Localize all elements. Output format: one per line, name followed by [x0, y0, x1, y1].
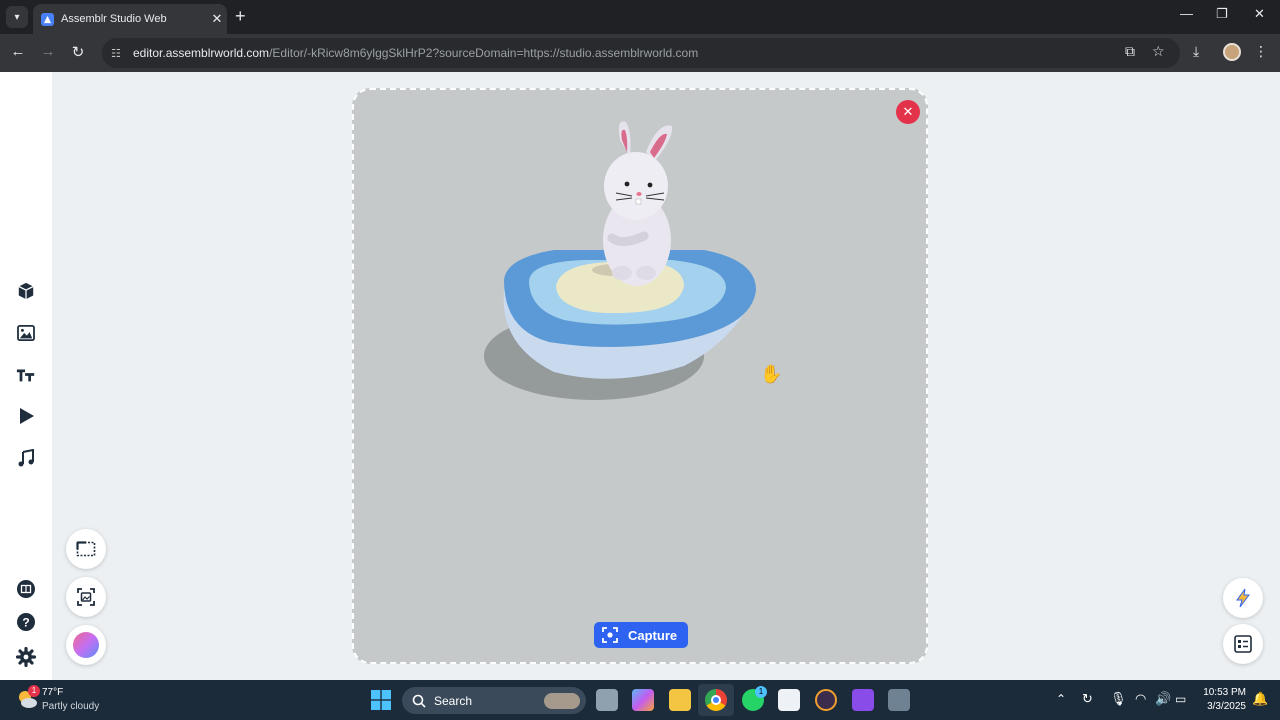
- weather-desc[interactable]: Partly cloudy: [42, 701, 99, 712]
- menu-kebab-icon[interactable]: ⋮: [1254, 43, 1268, 60]
- ai-assistant-button[interactable]: [1223, 578, 1263, 618]
- weather-temp[interactable]: 77°F: [42, 687, 63, 698]
- reload-button[interactable]: ↻: [68, 43, 88, 61]
- tab-search-button[interactable]: ▾: [6, 6, 28, 28]
- gradient-swatch: [73, 632, 99, 658]
- capture-focus-icon: [602, 627, 618, 643]
- close-stage-button[interactable]: ✕: [896, 100, 920, 124]
- cube-icon[interactable]: [14, 279, 38, 303]
- capture-label: Capture: [628, 627, 678, 643]
- battery-icon[interactable]: ▭: [1175, 692, 1186, 706]
- snipping-tool-icon[interactable]: [778, 689, 800, 711]
- weather-badge: 1: [28, 685, 40, 697]
- scene-viewport[interactable]: ✕ ✋ Capture: [352, 88, 928, 664]
- screenshot-button[interactable]: [66, 577, 106, 617]
- browser-toolbar: ← → ↻ ☷ editor.assemblrworld.com/Editor/…: [0, 34, 1280, 72]
- image-icon[interactable]: [14, 321, 38, 345]
- tray-chevron-icon[interactable]: ⌃: [1056, 692, 1066, 706]
- back-button[interactable]: ←: [8, 43, 28, 60]
- play-icon[interactable]: [14, 404, 38, 428]
- search-highlight-icon: [544, 692, 580, 709]
- close-window-button[interactable]: ✕: [1254, 6, 1265, 22]
- text-icon[interactable]: [14, 363, 38, 387]
- forward-button[interactable]: →: [38, 43, 58, 60]
- chrome-icon[interactable]: [705, 689, 727, 711]
- sync-icon[interactable]: ↻: [1082, 691, 1093, 707]
- clock-time[interactable]: 10:53 PM: [1202, 687, 1246, 698]
- lightning-icon: [1236, 588, 1250, 608]
- tab-title: Assemblr Studio Web: [61, 13, 167, 25]
- download-icon[interactable]: ⤓: [1193, 43, 1199, 60]
- left-toolbar: ?: [0, 72, 52, 680]
- new-tab-button[interactable]: +: [235, 7, 246, 25]
- capture-button[interactable]: Capture: [594, 622, 688, 648]
- profile-avatar[interactable]: [1223, 43, 1241, 61]
- svg-text:?: ?: [22, 616, 29, 630]
- clipchamp-icon[interactable]: [852, 689, 874, 711]
- minimize-button[interactable]: —: [1180, 6, 1193, 21]
- scene-list-button[interactable]: [1223, 624, 1263, 664]
- clock-date[interactable]: 3/3/2025: [1202, 701, 1246, 712]
- camera-icon[interactable]: [888, 689, 910, 711]
- wifi-icon[interactable]: ◠: [1135, 691, 1146, 707]
- windows-start-icon[interactable]: [371, 690, 391, 715]
- frame-toggle-button[interactable]: [66, 529, 106, 569]
- notification-bell-icon[interactable]: 🔔: [1252, 691, 1268, 707]
- tab-close-icon[interactable]: ✕: [207, 11, 227, 27]
- grab-cursor-icon: ✋: [760, 364, 783, 384]
- guide-icon[interactable]: [14, 577, 38, 601]
- whatsapp-badge: 1: [755, 686, 767, 698]
- assemblr-favicon-icon: [41, 12, 54, 26]
- install-app-icon[interactable]: ⧉: [1125, 43, 1135, 60]
- frame-icon: [76, 541, 96, 557]
- microphone-icon[interactable]: 🎙: [1110, 691, 1127, 707]
- url-text: editor.assemblrworld.com/Editor/-kRicw8m…: [133, 46, 699, 60]
- browser-tab[interactable]: Assemblr Studio Web ✕: [33, 4, 227, 34]
- windows-taskbar: 1 77°F Partly cloudy Search 1 ⌃ ↻ 🎙 ◠ 🔊 …: [0, 680, 1280, 720]
- file-explorer-icon[interactable]: [669, 689, 691, 711]
- screenshot-icon: [77, 588, 95, 606]
- bunny-on-island-model[interactable]: [354, 90, 928, 664]
- search-label: Search: [434, 693, 473, 708]
- volume-icon[interactable]: 🔊: [1155, 691, 1171, 707]
- site-settings-icon[interactable]: ☷: [111, 47, 127, 60]
- taskbar-search[interactable]: Search: [402, 687, 586, 714]
- media-player-icon[interactable]: [815, 689, 837, 711]
- address-bar[interactable]: ☷ editor.assemblrworld.com/Editor/-kRicw…: [102, 38, 1180, 68]
- browser-tab-bar: ▾ Assemblr Studio Web ✕ + — ❐ ✕: [0, 0, 1280, 34]
- bookmark-star-icon[interactable]: ☆: [1152, 43, 1165, 60]
- restore-button[interactable]: ❐: [1216, 6, 1228, 22]
- music-note-icon[interactable]: [14, 446, 38, 470]
- editor-page: ? ✕ ✋ Capture: [0, 72, 1280, 680]
- help-icon[interactable]: ?: [14, 610, 38, 634]
- search-icon: [412, 694, 426, 708]
- settings-icon[interactable]: [14, 645, 38, 669]
- color-picker-button[interactable]: [66, 625, 106, 665]
- task-view-icon[interactable]: [596, 689, 618, 711]
- copilot-icon[interactable]: [632, 689, 654, 711]
- layout-list-icon: [1234, 635, 1252, 653]
